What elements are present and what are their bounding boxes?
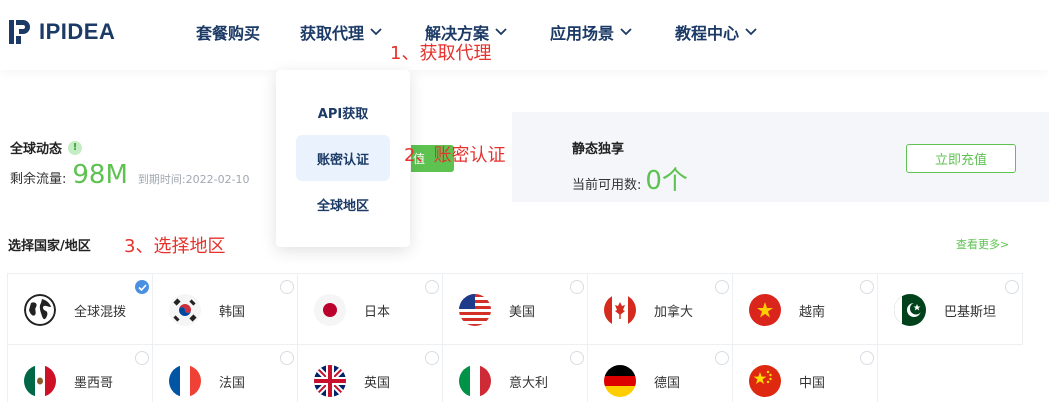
region-label: 越南: [799, 305, 826, 320]
nav-tutorials[interactable]: 教程中心: [675, 20, 757, 44]
region-label: 巴基斯坦: [944, 305, 997, 320]
remaining-traffic-value: 98M: [72, 160, 128, 190]
region-label: 韩国: [219, 305, 246, 320]
region-label: 日本: [364, 305, 391, 320]
recharge-now-button[interactable]: 立即充值: [906, 144, 1016, 173]
region-canada[interactable]: 加拿大: [587, 273, 733, 345]
dropdown-item-label: 全球地区: [316, 198, 369, 214]
region-korea[interactable]: 韩国: [152, 273, 298, 345]
region-italy[interactable]: 意大利: [442, 344, 588, 402]
region-label: 全球混拨: [74, 305, 127, 320]
expire-date: 到期时间:2022-02-10: [137, 173, 250, 186]
radio-button[interactable]: [860, 280, 874, 294]
get-proxy-dropdown: API获取 账密认证 全球地区: [276, 70, 410, 247]
dropdown-item-label: API获取: [317, 106, 369, 122]
flag-canada-icon: [604, 294, 636, 326]
logo-text: IPIDEA: [39, 19, 116, 44]
info-icon[interactable]: !: [68, 140, 83, 155]
see-more-link[interactable]: 查看更多>: [956, 236, 1009, 252]
flag-korea-icon: [169, 294, 201, 326]
chevron-down-icon: [495, 28, 507, 36]
radio-button[interactable]: [715, 351, 729, 365]
remaining-traffic-label: 剩余流量:: [10, 172, 67, 187]
flag-vietnam-icon: [749, 294, 781, 326]
region-china[interactable]: 中国: [732, 344, 878, 402]
region-mexico[interactable]: 墨西哥: [7, 344, 153, 402]
annotation-step-2: 2、账密认证: [404, 145, 506, 166]
radio-button[interactable]: [570, 351, 584, 365]
region-germany[interactable]: 德国: [587, 344, 733, 402]
region-label: 墨西哥: [74, 376, 114, 391]
radio-button[interactable]: [570, 280, 584, 294]
radio-button[interactable]: [715, 280, 729, 294]
static-available-label: 当前可用数:: [572, 178, 642, 193]
radio-button[interactable]: [425, 351, 439, 365]
region-label: 英国: [364, 376, 391, 391]
radio-button[interactable]: [135, 351, 149, 365]
static-available-row: 当前可用数: 0个: [572, 160, 688, 197]
region-label: 意大利: [509, 376, 549, 391]
nav-package-purchase[interactable]: 套餐购买: [196, 20, 260, 44]
top-nav-bar: IPIDEA 套餐购买 获取代理 解决方案 应用场景 教程中心: [0, 0, 1049, 70]
region-label: 德国: [654, 376, 681, 391]
annotation-step-1: 1、获取代理: [390, 43, 492, 64]
global-dynamic-label: 全球动态: [10, 142, 63, 157]
dropdown-item-label: 账密认证: [316, 152, 369, 168]
region-usa[interactable]: 美国: [442, 273, 588, 345]
globe-icon: [24, 294, 56, 326]
nav-use-cases[interactable]: 应用场景: [550, 20, 632, 44]
annotation-step-3: 3、选择地区: [124, 236, 226, 257]
radio-button[interactable]: [425, 280, 439, 294]
flag-china-icon: [749, 365, 781, 397]
region-pakistan[interactable]: 巴基斯坦: [877, 273, 1023, 345]
flag-france-icon: [169, 365, 201, 397]
chevron-down-icon: [370, 28, 382, 36]
region-france[interactable]: 法国: [152, 344, 298, 402]
flag-usa-icon: [459, 294, 491, 326]
global-dynamic-title: 全球动态 !: [10, 138, 83, 157]
nav-label: 获取代理: [300, 24, 365, 43]
flag-mexico-icon: [24, 365, 56, 397]
static-available-value: 0个: [645, 166, 688, 196]
static-exclusive-title: 静态独享: [572, 142, 625, 157]
remaining-traffic-row: 剩余流量: 98M 到期时间:2022-02-10: [10, 160, 250, 190]
static-exclusive-panel: 静态独享 当前可用数: 0个 立即充值: [512, 112, 1049, 202]
region-label: 美国: [509, 305, 536, 320]
flag-pakistan-icon: [894, 294, 926, 326]
flag-uk-icon: [314, 365, 346, 397]
radio-button[interactable]: [860, 351, 874, 365]
flag-japan-icon: [314, 294, 346, 326]
radio-button[interactable]: [280, 280, 294, 294]
region-label: 加拿大: [654, 305, 694, 320]
nav-get-proxy[interactable]: 获取代理: [300, 20, 382, 44]
region-global-mixed[interactable]: 全球混拨: [7, 273, 153, 345]
nav-label: 应用场景: [550, 24, 615, 43]
dropdown-item-api[interactable]: API获取: [296, 89, 390, 135]
chevron-down-icon: [620, 28, 632, 36]
radio-button[interactable]: [1005, 280, 1019, 294]
flag-germany-icon: [604, 365, 636, 397]
region-japan[interactable]: 日本: [297, 273, 443, 345]
chevron-down-icon: [745, 28, 757, 36]
nav-label: 套餐购买: [196, 24, 261, 43]
flag-italy-icon: [459, 365, 491, 397]
region-section-title: 选择国家/地区: [8, 239, 91, 254]
radio-button[interactable]: [280, 351, 294, 365]
dropdown-item-account-auth[interactable]: 账密认证: [296, 135, 390, 181]
logo[interactable]: IPIDEA: [9, 17, 115, 47]
recharge-now-label: 立即充值: [934, 153, 987, 168]
ipidea-logo-icon: [9, 19, 31, 45]
region-label: 中国: [799, 376, 826, 391]
nav-label: 教程中心: [675, 24, 740, 43]
region-uk[interactable]: 英国: [297, 344, 443, 402]
region-label: 法国: [219, 376, 246, 391]
check-icon[interactable]: [135, 280, 149, 294]
region-vietnam[interactable]: 越南: [732, 273, 878, 345]
dropdown-item-global-region[interactable]: 全球地区: [296, 181, 390, 227]
